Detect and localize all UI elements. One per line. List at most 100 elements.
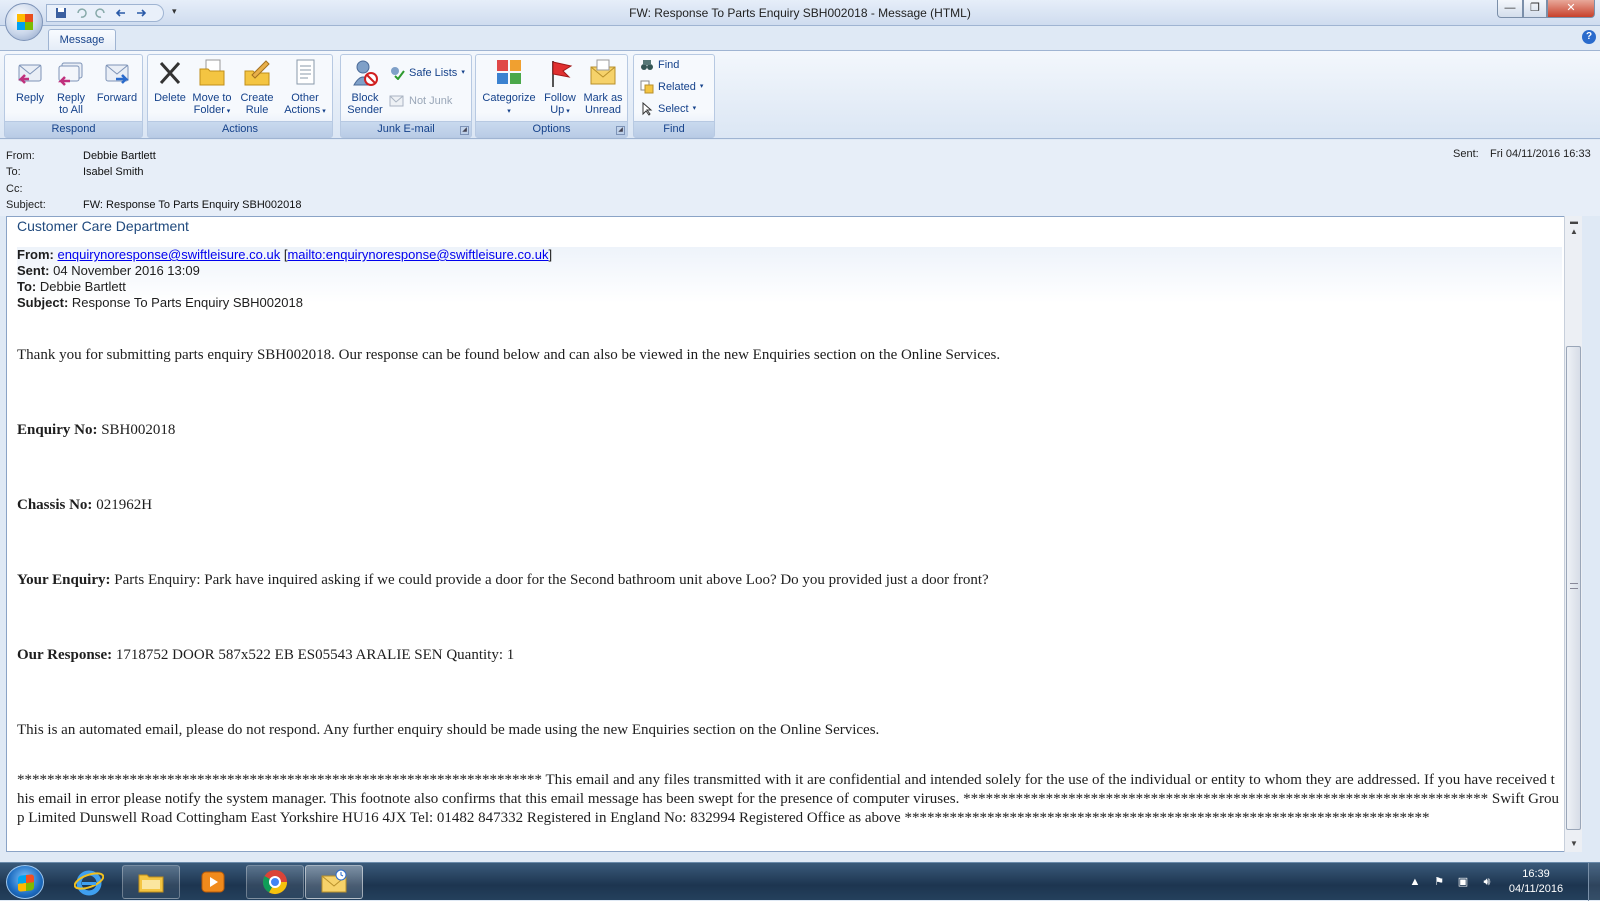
cc-label: Cc: <box>6 183 23 195</box>
office-logo-icon <box>17 14 33 30</box>
not-junk-button[interactable]: Not Junk <box>389 93 452 109</box>
group-junk-email: Block Sender Safe Lists ▾ Not Junk Junk E-… <box>340 54 472 138</box>
taskbar-internet-explorer[interactable] <box>60 865 118 899</box>
your-enquiry-label: Your Enquiry: <box>17 572 111 588</box>
cursor-icon <box>642 102 653 116</box>
dropdown-arrow-icon: ▾ <box>699 83 704 90</box>
grip-icon <box>1570 583 1578 589</box>
fwd-mailto-link[interactable]: mailto:enquirynoresponse@swiftleisure.co… <box>287 247 548 262</box>
subject-value: FW: Response To Parts Enquiry SBH002018 <box>83 199 302 211</box>
other-actions-button[interactable]: Other Actions ▾ <box>280 57 330 118</box>
start-button[interactable] <box>6 865 44 899</box>
dropdown-arrow-icon: ▾ <box>224 108 231 115</box>
fwd-subject-label: Subject: <box>17 295 69 310</box>
show-hidden-icons-icon[interactable]: ▲ <box>1408 875 1422 889</box>
mark-as-unread-button[interactable]: Mark as Unread <box>580 57 626 116</box>
taskbar-file-explorer[interactable] <box>122 865 180 899</box>
your-enquiry-line: Your Enquiry: Parts Enquiry: Park have i… <box>17 572 989 589</box>
group-find: Find Related ▾ Select ▾ Find <box>633 54 715 138</box>
forward-button[interactable]: Forward <box>93 57 141 104</box>
fwd-from-row: From: enquirynoresponse@swiftleisure.co.… <box>17 247 553 262</box>
confidentiality-footer: ****************************************… <box>17 772 1559 826</box>
categorize-button[interactable]: Categorize ▾ <box>480 57 538 118</box>
help-icon[interactable]: ? <box>1582 30 1596 44</box>
automated-notice: This is an automated email, please do no… <box>17 722 880 738</box>
folder-icon <box>199 59 225 86</box>
fwd-to-label: To: <box>17 279 37 294</box>
create-rule-icon <box>244 60 270 86</box>
dialog-launcher-icon[interactable]: ◢ <box>616 126 625 135</box>
volume-icon[interactable]: 🔊︎ <box>1480 875 1494 889</box>
reply-icon <box>17 64 42 84</box>
window-title: FW: Response To Parts Enquiry SBH002018 … <box>629 6 971 20</box>
dialog-launcher-icon[interactable]: ◢ <box>460 126 469 135</box>
internet-explorer-icon <box>74 870 104 896</box>
clock-time: 16:39 <box>1522 868 1550 880</box>
minimize-button[interactable]: — <box>1497 0 1523 18</box>
group-label-respond: Respond <box>5 121 142 137</box>
group-label-find: Find <box>634 121 714 137</box>
not-junk-icon <box>389 95 404 107</box>
delete-button[interactable]: Delete <box>152 57 188 104</box>
outlook-icon <box>321 869 347 893</box>
create-rule-button[interactable]: Create Rule <box>236 57 278 116</box>
department-signature: Customer Care Department <box>17 218 189 234</box>
flag-icon <box>552 61 573 87</box>
enquiry-value: SBH002018 <box>101 422 176 438</box>
message-body[interactable]: Customer Care Department From: enquiryno… <box>6 216 1582 852</box>
fwd-to-value: Debbie Bartlett <box>39 279 126 294</box>
vertical-scrollbar[interactable]: ▬ ▲ ▼ <box>1564 216 1582 852</box>
taskbar-media-player[interactable] <box>184 865 242 899</box>
follow-up-button[interactable]: Follow Up ▾ <box>540 57 580 118</box>
show-desktop-button[interactable] <box>1588 863 1600 901</box>
other-actions-icon <box>296 59 315 85</box>
taskbar-outlook[interactable] <box>305 865 363 899</box>
safe-lists-button[interactable]: Safe Lists ▾ <box>389 65 465 81</box>
maximize-button[interactable]: ❐ <box>1523 0 1547 18</box>
tab-message[interactable]: Message <box>48 29 116 51</box>
move-to-folder-button[interactable]: Move to Folder ▾ <box>190 57 234 118</box>
title-bar: ▾ FW: Response To Parts Enquiry SBH00201… <box>0 0 1600 26</box>
fwd-to-row: To: Debbie Bartlett <box>17 279 1562 295</box>
windows-logo-icon <box>18 874 34 892</box>
to-label: To: <box>6 166 21 178</box>
categorize-icon <box>497 60 521 84</box>
clock-date: 04/11/2016 <box>1508 883 1564 895</box>
group-respond: Reply Reply to All Forward Respond <box>4 54 143 138</box>
fwd-sent-row: Sent: 04 November 2016 13:09 <box>17 263 1562 279</box>
scroll-up-arrow-icon[interactable]: ▲ <box>1568 226 1580 238</box>
thank-you-paragraph: Thank you for submitting parts enquiry S… <box>17 347 1001 363</box>
system-clock[interactable]: 16:39 04/11/2016 <box>1500 867 1572 897</box>
find-button[interactable]: Find <box>640 57 679 73</box>
scroll-down-arrow-icon[interactable]: ▼ <box>1568 838 1580 850</box>
taskbar-chrome[interactable] <box>246 865 304 899</box>
unread-envelope-icon <box>590 59 616 85</box>
block-sender-icon <box>353 60 378 86</box>
delete-icon <box>159 61 181 85</box>
close-button[interactable]: ✕ <box>1547 0 1595 18</box>
enquiry-number-line: Enquiry No: SBH002018 <box>17 422 175 439</box>
your-enquiry-value: Parts Enquiry: Park have inquired asking… <box>114 572 989 588</box>
block-sender-button[interactable]: Block Sender <box>345 57 385 116</box>
fwd-from-email-link[interactable]: enquirynoresponse@swiftleisure.co.uk <box>57 247 280 262</box>
reply-button[interactable]: Reply <box>11 57 49 104</box>
scrollbar-thumb[interactable] <box>1566 346 1581 830</box>
sent-value: Fri 04/11/2016 16:33 <box>1490 148 1591 160</box>
enquiry-label: Enquiry No: <box>17 422 98 438</box>
action-center-flag-icon[interactable]: ⚑ <box>1432 875 1446 889</box>
related-icon <box>640 80 654 94</box>
chrome-icon <box>263 870 287 895</box>
select-button[interactable]: Select ▾ <box>640 101 696 117</box>
subject-label: Subject: <box>6 199 46 211</box>
office-button[interactable] <box>5 3 43 41</box>
to-value[interactable]: Isabel Smith <box>83 164 144 180</box>
reply-all-icon <box>57 62 83 86</box>
from-value[interactable]: Debbie Bartlett <box>83 148 156 164</box>
network-icon[interactable]: ▣ <box>1456 875 1470 889</box>
reply-all-button[interactable]: Reply to All <box>52 57 90 116</box>
related-button[interactable]: Related ▾ <box>640 79 703 95</box>
binoculars-icon <box>641 60 653 70</box>
dropdown-arrow-icon: ▾ <box>320 108 326 115</box>
group-label-junk-email: Junk E-mail <box>341 121 471 137</box>
group-actions: Delete Move to Folder ▾ Create Rule Other A… <box>147 54 333 138</box>
